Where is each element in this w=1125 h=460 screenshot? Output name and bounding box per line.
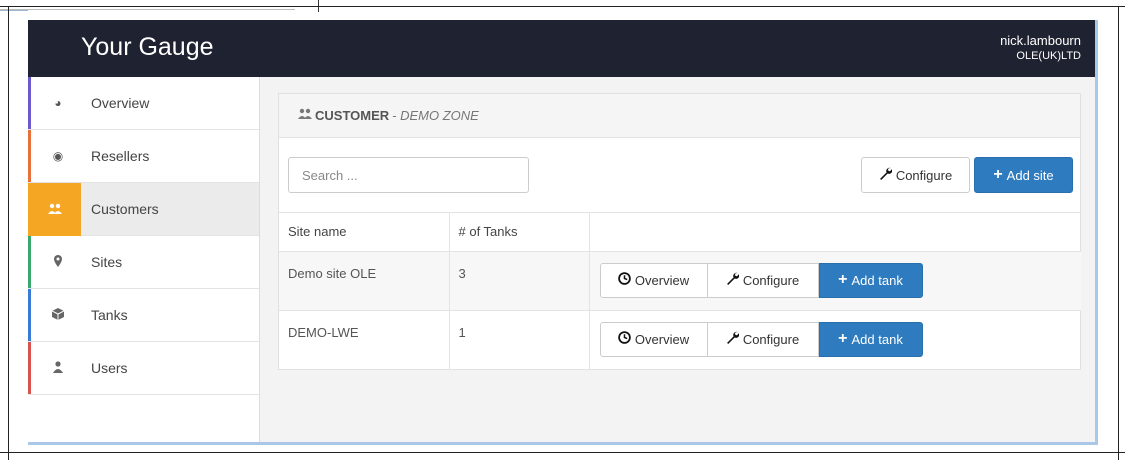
panel-subtitle-text: DEMO ZONE <box>400 108 479 123</box>
sidebar-accent-bar <box>28 289 31 341</box>
column-header-actions <box>589 213 1081 252</box>
configure-label: Configure <box>895 167 953 183</box>
overview-label: Overview <box>634 331 690 347</box>
add-tank-button[interactable]: + Add tank <box>818 321 923 357</box>
top-navbar: Your Gauge nick.lambourn OLE(UK)LTD <box>28 20 1095 77</box>
clock-glyph <box>618 331 631 344</box>
row-actions: Overview Configure + Add tank <box>589 310 1081 370</box>
user-icon <box>48 360 68 376</box>
users-header-glyph <box>298 108 312 119</box>
add-tank-button[interactable]: + Add tank <box>818 262 923 298</box>
configure-site-button[interactable]: Configure <box>707 262 819 298</box>
sidebar-item-label: Users <box>91 360 128 376</box>
sidebar-item-label: Customers <box>91 201 159 217</box>
sidebar-item-label: Resellers <box>91 148 150 164</box>
column-header-tanks: # of Tanks <box>449 213 590 252</box>
column-header-site-name: Site name <box>279 213 450 252</box>
sidebar-item-customers[interactable]: Customers <box>28 182 259 236</box>
site-name-cell: DEMO-LWE <box>279 310 450 370</box>
users-icon-glyph <box>47 203 62 214</box>
sidebar-item-label: Overview <box>91 95 150 111</box>
sites-table: Site name # of Tanks Demo site OLE 3 Ove… <box>279 213 1081 370</box>
panel-subtitle: - DEMO ZONE <box>392 108 479 123</box>
overview-button[interactable]: Overview <box>599 262 708 298</box>
table-row: Demo site OLE 3 Overview Configure + Add… <box>279 251 1081 311</box>
sidebar-item-overview[interactable]: ◕ Overview <box>28 77 259 130</box>
brand-logo[interactable]: Your Gauge <box>81 33 214 62</box>
plus-icon: + <box>993 166 1003 183</box>
configure-label: Configure <box>742 272 800 288</box>
overview-label: Overview <box>634 272 690 288</box>
sidebar-accent-bar <box>28 130 31 182</box>
user-organisation: OLE(UK)LTD <box>1016 50 1081 62</box>
table-row: DEMO-LWE 1 Overview Configure + Add tank <box>279 310 1081 370</box>
sidebar-item-sites[interactable]: Sites <box>28 236 259 289</box>
clock-icon <box>618 331 631 347</box>
sidebar-accent-bar <box>28 77 31 129</box>
site-name-cell: Demo site OLE <box>279 251 450 311</box>
screenshot-frame-bottom <box>0 452 1125 453</box>
wrench-glyph <box>726 331 740 344</box>
table-header-row: Site name # of Tanks <box>279 213 1081 252</box>
add-site-button[interactable]: + Add site <box>974 157 1073 193</box>
user-menu[interactable]: nick.lambourn OLE(UK)LTD <box>1000 33 1081 62</box>
plus-icon: + <box>838 330 848 347</box>
map-marker-icon <box>48 254 68 270</box>
row-actions: Overview Configure + Add tank <box>589 251 1081 311</box>
customer-panel: CUSTOMER - DEMO ZONE Configure + Add sit… <box>278 93 1081 370</box>
overview-button[interactable]: Overview <box>599 321 708 357</box>
sidebar-accent-bar <box>28 342 31 394</box>
panel-title: CUSTOMER <box>315 108 390 123</box>
wrench-icon <box>726 272 740 288</box>
screenshot-frame-top <box>0 6 1125 7</box>
wrench-glyph <box>879 167 893 180</box>
panel-header: CUSTOMER - DEMO ZONE <box>279 94 1080 138</box>
user-name: nick.lambourn <box>1000 33 1081 48</box>
app-window: Your Gauge nick.lambourn OLE(UK)LTD ◕ Ov… <box>28 20 1098 445</box>
configure-site-button[interactable]: Configure <box>707 321 819 357</box>
cube-icon <box>48 307 68 323</box>
dashboard-icon: ◕ <box>54 96 62 110</box>
add-tank-label: Add tank <box>851 272 903 288</box>
clock-glyph <box>618 272 631 285</box>
screenshot-frame-left <box>8 6 9 460</box>
clock-icon <box>618 272 631 288</box>
tank-count-cell: 1 <box>449 310 590 370</box>
sidebar-item-label: Sites <box>91 254 123 270</box>
sidebar-accent-bar <box>28 236 31 288</box>
add-site-label: Add site <box>1006 167 1054 183</box>
wrench-icon <box>726 331 740 347</box>
cube-glyph <box>51 307 65 320</box>
background-window-tab <box>0 10 28 34</box>
panel-toolbar: Configure + Add site <box>279 138 1080 213</box>
background-window-strip <box>0 0 295 10</box>
sidebar-item-resellers[interactable]: ◉ Resellers <box>28 130 259 183</box>
sidebar-item-label: Tanks <box>91 307 128 323</box>
user-glyph <box>53 360 63 373</box>
sidebar-item-users[interactable]: Users <box>28 342 259 395</box>
sidebar-item-tanks[interactable]: Tanks <box>28 289 259 342</box>
wrench-icon <box>879 167 893 183</box>
plus-icon: + <box>838 271 848 288</box>
map-marker-glyph <box>54 254 62 267</box>
users-icon <box>28 182 81 236</box>
add-tank-label: Add tank <box>851 331 903 347</box>
tank-count-cell: 3 <box>449 251 590 311</box>
configure-label: Configure <box>742 331 800 347</box>
panel-title-separator: - <box>392 108 401 123</box>
screenshot-frame-right <box>1118 6 1119 460</box>
globe-icon: ◉ <box>52 149 64 163</box>
configure-button[interactable]: Configure <box>861 157 970 193</box>
users-icon <box>297 108 313 123</box>
wrench-glyph <box>726 272 740 285</box>
sidebar: ◕ Overview ◉ Resellers Customers Sites T… <box>28 77 260 442</box>
search-input[interactable] <box>288 157 529 193</box>
